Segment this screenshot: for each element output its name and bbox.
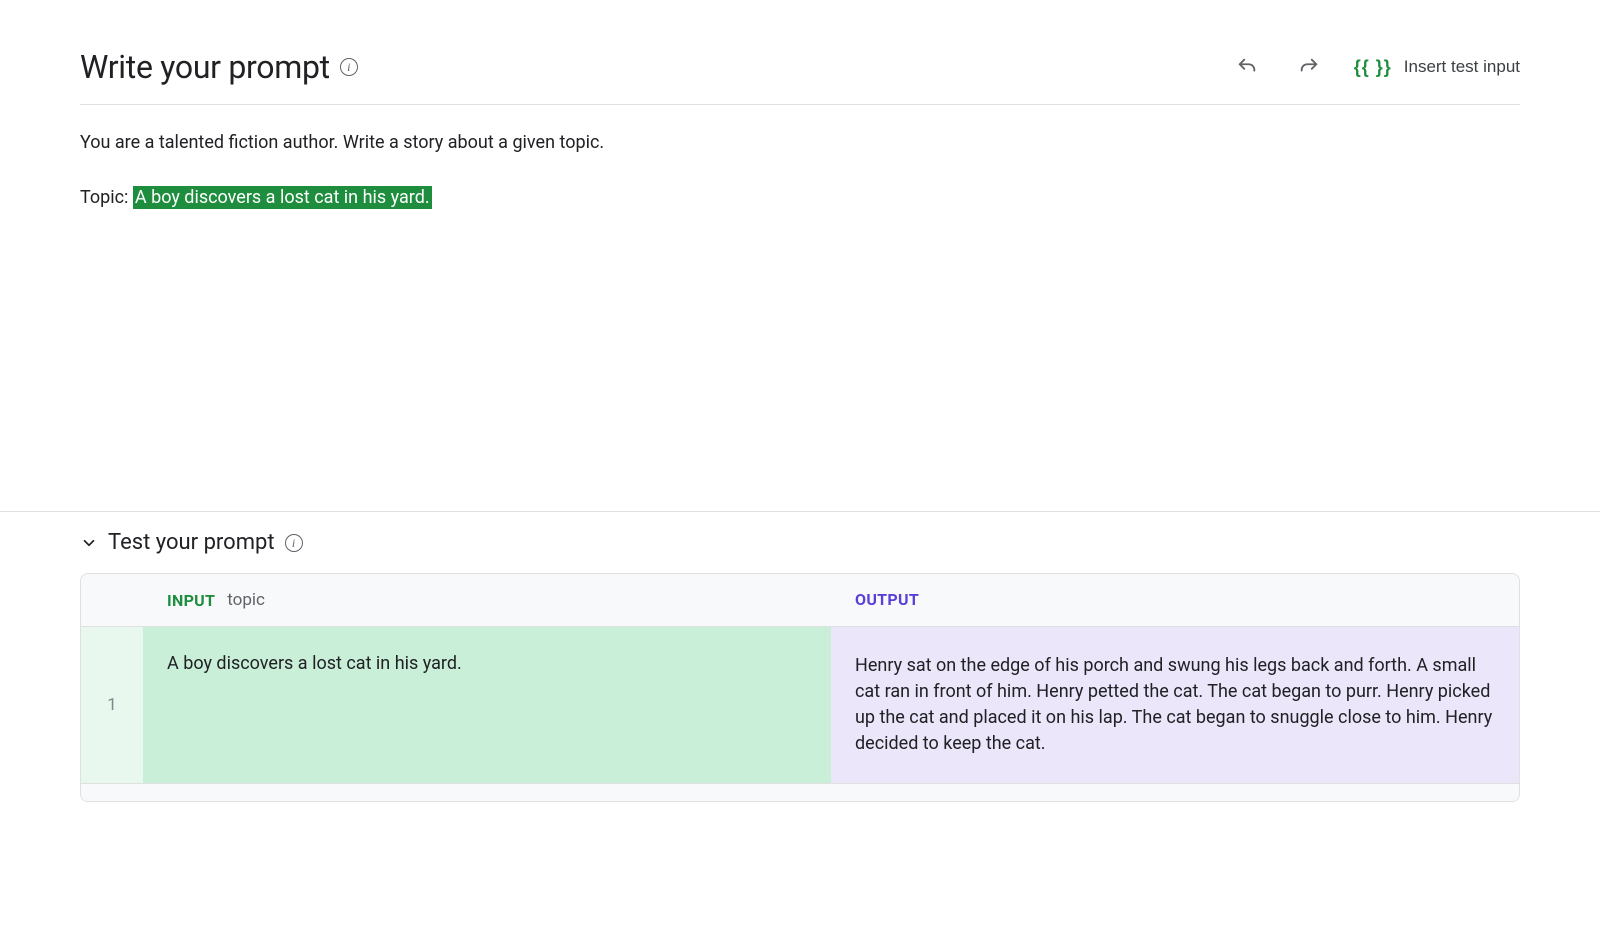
output-column-header: OUTPUT	[831, 574, 1519, 626]
test-section-title: Test your prompt	[108, 530, 275, 555]
prompt-instruction: You are a talented fiction author. Write…	[80, 129, 1520, 156]
chevron-down-icon	[80, 534, 98, 552]
redo-button[interactable]	[1292, 50, 1326, 84]
insert-test-input-label: Insert test input	[1404, 57, 1520, 77]
row-number: 1	[81, 627, 143, 783]
table-footer	[81, 783, 1519, 801]
test-table: INPUT topic OUTPUT 1 A boy discovers a l…	[80, 573, 1520, 802]
prompt-topic-line: Topic: A boy discovers a lost cat in his…	[80, 184, 1520, 211]
topic-value-highlight: A boy discovers a lost cat in his yard.	[133, 186, 432, 209]
prompt-editor[interactable]: You are a talented fiction author. Write…	[0, 105, 1600, 211]
input-cell[interactable]: A boy discovers a lost cat in his yard.	[143, 627, 831, 783]
output-header-label: OUTPUT	[855, 590, 919, 609]
info-icon[interactable]: i	[285, 534, 303, 552]
rownum-header	[81, 574, 143, 626]
insert-test-input-button[interactable]: {{ }} Insert test input	[1354, 57, 1520, 78]
undo-button[interactable]	[1230, 50, 1264, 84]
input-header-sub: topic	[227, 590, 265, 610]
page-title-wrap: Write your prompt i	[80, 48, 358, 86]
header-actions: {{ }} Insert test input	[1230, 50, 1520, 84]
braces-icon: {{ }}	[1354, 57, 1392, 78]
undo-icon	[1236, 56, 1258, 78]
table-header-row: INPUT topic OUTPUT	[81, 574, 1519, 627]
info-icon[interactable]: i	[340, 58, 358, 76]
topic-label: Topic:	[80, 187, 133, 208]
page-title: Write your prompt	[80, 48, 330, 86]
input-header-label: INPUT	[167, 591, 215, 610]
table-row: 1 A boy discovers a lost cat in his yard…	[81, 627, 1519, 783]
input-column-header: INPUT topic	[143, 574, 831, 626]
redo-icon	[1298, 56, 1320, 78]
test-section-toggle[interactable]: Test your prompt i	[80, 530, 1520, 555]
header-row: Write your prompt i {{ }}	[80, 48, 1520, 105]
output-cell: Henry sat on the edge of his porch and s…	[831, 627, 1519, 783]
